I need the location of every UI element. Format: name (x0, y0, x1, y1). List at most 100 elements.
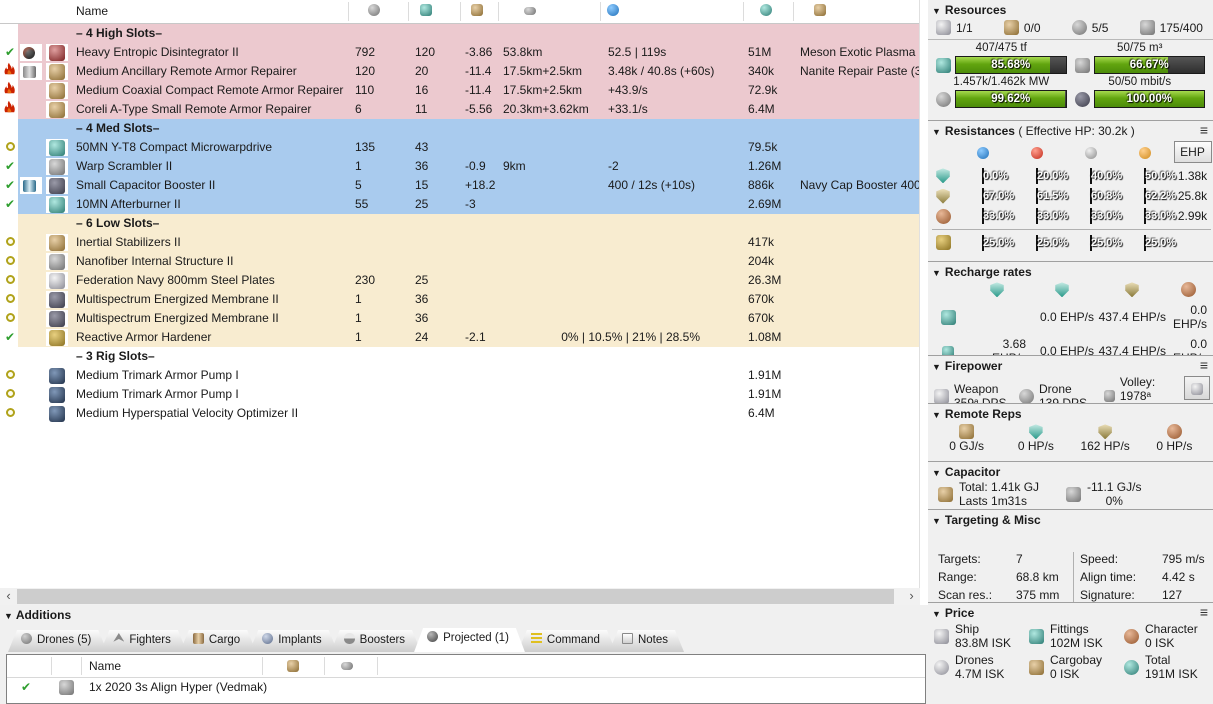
slot-section-label: – 4 Med Slots– (76, 119, 376, 138)
state-active-icon[interactable]: ✔ (2, 195, 18, 214)
state-overheated-icon[interactable] (2, 62, 18, 82)
module-row[interactable]: Medium Trimark Armor Pump I1.91M (0, 385, 919, 404)
state-online-icon[interactable] (2, 385, 18, 404)
module-row[interactable]: Coreli A-Type Small Remote Armor Repaire… (0, 100, 919, 119)
scrollbar-thumb[interactable] (17, 589, 894, 604)
scroll-right-arrow-icon[interactable]: › (903, 588, 920, 605)
tab-boosters[interactable]: Boosters (331, 630, 421, 652)
firepower-menu-icon[interactable]: ≡ (1200, 358, 1208, 372)
module-row[interactable]: Inertial Stabilizers II417k (0, 233, 919, 252)
module-name: Medium Trimark Armor Pump I (76, 366, 344, 385)
cpu-value: 16 (415, 81, 457, 100)
membrane-module-icon (49, 290, 67, 309)
module-row[interactable]: ✔Small Capacitor Booster II515+18.2400 /… (0, 176, 919, 195)
state-online-icon[interactable] (2, 404, 18, 423)
tab-notes[interactable]: Notes (609, 630, 684, 652)
module-row[interactable]: Medium Hyperspatial Velocity Optimizer I… (0, 404, 919, 423)
gauge-bar: 99.62% (955, 90, 1067, 108)
module-row[interactable]: Medium Ancillary Remote Armor Repairer12… (0, 62, 919, 81)
remote-reps-header[interactable]: ▼Remote Reps (928, 404, 1213, 422)
state-online-icon[interactable] (2, 366, 18, 385)
microwarpdrive-module-icon (49, 138, 67, 157)
gauge-label: 50/75 m³ (1071, 42, 1210, 56)
thermal-icon (1031, 147, 1043, 159)
module-row[interactable]: Multispectrum Energized Membrane II13667… (0, 290, 919, 309)
resistances-header[interactable]: ▼Resistances ( Effective HP: 30.2k ) ≡ (928, 121, 1213, 139)
module-name: Warp Scrambler II (76, 157, 344, 176)
cap-value: -11.4 (465, 62, 501, 81)
loaded-charge-icon[interactable] (23, 43, 41, 62)
command-tab-icon (531, 633, 542, 644)
slot-resources-row: 1/10/05/5175/400 (928, 18, 1213, 40)
state-online-icon[interactable] (2, 252, 18, 271)
resources-header[interactable]: ▼Resources (928, 0, 1213, 18)
module-row[interactable]: ✔10MN Afterburner II5525-32.69M (0, 195, 919, 214)
targeting-header[interactable]: ▼Targeting & Misc (928, 510, 1213, 528)
state-online-icon[interactable] (2, 233, 18, 252)
range-icon (524, 7, 536, 15)
projected-item-row[interactable]: ✔ 1x 2020 3s Align Hyper (Vedmak) (7, 678, 925, 697)
tab-cargo[interactable]: Cargo (180, 630, 256, 652)
resource-gauge: 1.457k/1.462k MW99.62% (932, 76, 1071, 108)
tab-label: Boosters (360, 634, 405, 646)
character-price-icon (1124, 629, 1139, 644)
loaded-charge-icon[interactable] (23, 176, 41, 195)
resistances-section: ▼Resistances ( Effective HP: 30.2k ) ≡ E… (928, 121, 1213, 262)
tab-projected-1[interactable]: Projected (1) (414, 628, 525, 652)
module-row[interactable]: Nanofiber Internal Structure II204k (0, 252, 919, 271)
remote-rep-stat: 0 HP/s (1140, 424, 1209, 453)
module-name: 50MN Y-T8 Compact Microwarpdrive (76, 138, 344, 157)
pg-value: 1 (355, 157, 405, 176)
state-overheated-icon[interactable] (2, 100, 18, 120)
weapon-toggle-button[interactable] (1184, 376, 1210, 400)
scroll-left-arrow-icon[interactable]: ‹ (0, 588, 17, 605)
price-label: Character (1145, 622, 1198, 636)
state-online-icon[interactable] (2, 290, 18, 309)
targeting-section: ▼Targeting & Misc Targets:7Range:68.8 km… (928, 510, 1213, 603)
stats-panel: ▼Resources 1/10/05/5175/400 407/475 tf85… (928, 0, 1213, 704)
horizontal-scrollbar[interactable]: ‹ › (0, 588, 920, 605)
ehp-value: 25.8k (1172, 189, 1213, 203)
resistance-cell: 61.5% (1010, 189, 1064, 203)
cap-value: -3 (465, 195, 501, 214)
pyfa-fitting-window: Name – 4 High Slots–✔Heavy Entropic Disi… (0, 0, 1213, 704)
module-row[interactable]: Multispectrum Energized Membrane II13667… (0, 309, 919, 328)
tab-drones-5[interactable]: Drones (5) (8, 630, 107, 652)
gauge-bar: 85.68% (955, 56, 1067, 74)
module-name: Nanofiber Internal Structure II (76, 252, 344, 271)
cap-value: +18.2 (465, 176, 501, 195)
tab-implants[interactable]: Implants (249, 630, 337, 652)
capacitor-header[interactable]: ▼Capacitor (928, 462, 1213, 480)
charge-name: Navy Cap Booster 400 ( (800, 176, 920, 195)
pg-value: 1 (355, 290, 405, 309)
price-menu-icon[interactable]: ≡ (1200, 605, 1208, 619)
firepower-header[interactable]: ▼Firepower ≡ (928, 356, 1213, 374)
state-active-icon[interactable]: ✔ (2, 176, 18, 195)
state-active-icon[interactable]: ✔ (2, 43, 18, 62)
tab-fighters[interactable]: Fighters (100, 630, 187, 652)
resistances-menu-icon[interactable]: ≡ (1200, 123, 1208, 137)
state-online-icon[interactable] (2, 138, 18, 157)
module-row[interactable]: Medium Coaxial Compact Remote Armor Repa… (0, 81, 919, 100)
state-overheated-icon[interactable] (2, 81, 18, 101)
module-name: Medium Hyperspatial Velocity Optimizer I… (76, 404, 344, 423)
price-header[interactable]: ▼Price ≡ (928, 603, 1213, 621)
module-row[interactable]: ✔Warp Scrambler II136-0.99km-21.26M (0, 157, 919, 176)
active-state-icon[interactable]: ✔ (21, 678, 31, 697)
module-row[interactable]: 50MN Y-T8 Compact Microwarpdrive1354379.… (0, 138, 919, 157)
state-active-icon[interactable]: ✔ (2, 157, 18, 176)
tab-command[interactable]: Command (518, 630, 616, 652)
module-row[interactable]: Federation Navy 800mm Steel Plates230252… (0, 271, 919, 290)
online-state-icon (6, 237, 15, 246)
additions-title[interactable]: ▼ Additions (4, 608, 71, 622)
recharge-header[interactable]: ▼Recharge rates (928, 262, 1213, 280)
module-row[interactable]: ✔Reactive Armor Hardener124-2.10% | 10.5… (0, 328, 919, 347)
state-active-icon[interactable]: ✔ (2, 328, 18, 347)
module-row[interactable]: ✔Heavy Entropic Disintegrator II792120-3… (0, 43, 919, 62)
ehp-button[interactable]: EHP (1174, 141, 1212, 163)
module-row[interactable]: Medium Trimark Armor Pump I1.91M (0, 366, 919, 385)
loaded-charge-icon[interactable] (23, 62, 41, 81)
state-online-icon[interactable] (2, 271, 18, 290)
state-online-icon[interactable] (2, 309, 18, 328)
projected-item-name: 1x 2020 3s Align Hyper (Vedmak) (89, 678, 267, 697)
